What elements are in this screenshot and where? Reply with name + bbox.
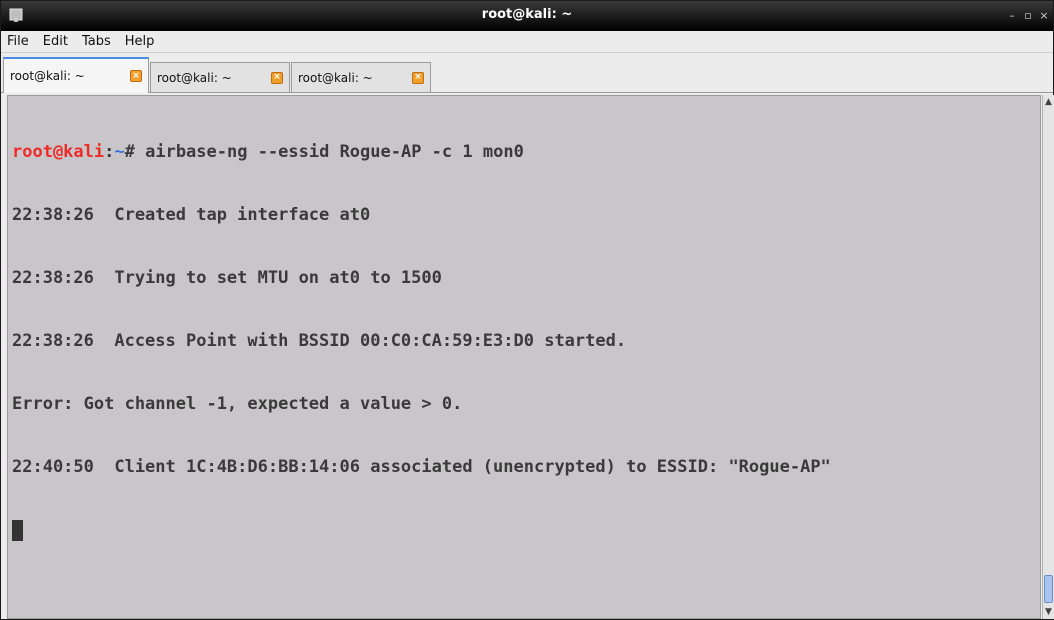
window-controls: – ▫ × (1007, 9, 1049, 23)
maximize-button[interactable]: ▫ (1023, 9, 1033, 23)
scroll-up-arrow-icon[interactable]: ▲ (1043, 95, 1054, 109)
close-icon[interactable]: × (271, 71, 283, 84)
terminal-output[interactable]: root@kali:~# airbase-ng --essid Rogue-AP… (7, 95, 1041, 619)
output-line: Error: Got channel -1, expected a value … (12, 394, 463, 414)
close-button[interactable]: × (1039, 9, 1049, 23)
prompt-symbol: # (124, 142, 135, 162)
menu-edit[interactable]: Edit (41, 34, 70, 49)
output-line: 22:38:26 Access Point with BSSID 00:C0:C… (12, 331, 627, 351)
tab-label: root@kali: ~ (298, 70, 373, 85)
vertical-scrollbar[interactable]: ▲ ▼ (1042, 95, 1054, 619)
menu-help[interactable]: Help (123, 34, 157, 49)
tab-bar: root@kali: ~ × root@kali: ~ × root@kali:… (1, 53, 1053, 93)
output-line: 22:40:50 Client 1C:4B:D6:BB:14:06 associ… (12, 457, 831, 477)
output-line: 22:38:26 Trying to set MTU on at0 to 150… (12, 268, 442, 288)
text-cursor (12, 520, 23, 541)
close-icon[interactable]: × (130, 70, 142, 82)
prompt-path: ~ (114, 142, 125, 162)
prompt-user-host: root@kali (12, 142, 105, 162)
menu-bar: File Edit Tabs Help (1, 31, 1053, 53)
command-line: root@kali:~# airbase-ng --essid Rogue-AP… (12, 142, 831, 163)
cursor-line (12, 520, 831, 541)
command-text: airbase-ng --essid Rogue-AP -c 1 mon0 (134, 142, 524, 162)
minimize-button[interactable]: – (1007, 9, 1017, 23)
terminal-window: root@kali: ~ – ▫ × File Edit Tabs Help r… (0, 0, 1054, 620)
tab-label: root@kali: ~ (157, 70, 232, 85)
close-icon[interactable]: × (412, 71, 424, 84)
tab-terminal-1[interactable]: root@kali: ~ × (3, 57, 149, 93)
tab-label: root@kali: ~ (10, 69, 85, 83)
menu-tabs[interactable]: Tabs (80, 34, 113, 49)
title-bar[interactable]: root@kali: ~ – ▫ × (1, 1, 1053, 31)
scrollbar-thumb[interactable] (1044, 575, 1053, 603)
prompt-separator: : (104, 142, 115, 162)
scroll-down-arrow-icon[interactable]: ▼ (1043, 605, 1054, 619)
window-title: root@kali: ~ (481, 7, 573, 22)
tab-terminal-2[interactable]: root@kali: ~ × (150, 62, 290, 92)
output-line: 22:38:26 Created tap interface at0 (12, 205, 371, 225)
menu-file[interactable]: File (5, 34, 31, 49)
tab-terminal-3[interactable]: root@kali: ~ × (291, 62, 431, 92)
